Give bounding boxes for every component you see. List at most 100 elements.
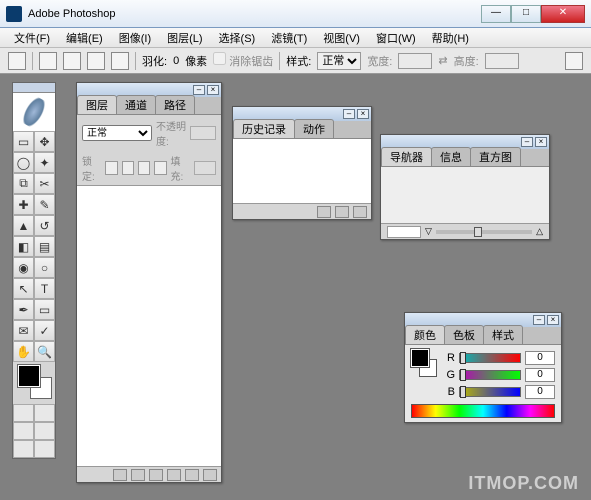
menu-image[interactable]: 图像(I) <box>111 28 159 47</box>
path-tool[interactable]: ↖ <box>13 278 34 299</box>
style-select[interactable]: 正常 <box>317 52 361 70</box>
crop-tool[interactable]: ⧉ <box>13 173 34 194</box>
stamp-tool[interactable]: ▲ <box>13 215 34 236</box>
minimize-button[interactable]: — <box>481 5 511 23</box>
tab-paths[interactable]: 路径 <box>155 95 195 114</box>
blur-tool[interactable]: ◉ <box>13 257 34 278</box>
fg-swatch[interactable] <box>18 365 40 387</box>
tab-styles[interactable]: 样式 <box>483 325 523 344</box>
notes-tool[interactable]: ✉ <box>13 320 34 341</box>
lock-paint-icon[interactable] <box>122 161 134 175</box>
mask-icon[interactable] <box>131 469 145 481</box>
palette-well-icon[interactable] <box>565 52 583 70</box>
screenmode-c-icon[interactable] <box>13 440 34 458</box>
eraser-tool[interactable]: ◧ <box>13 236 34 257</box>
r-slider[interactable] <box>459 353 521 363</box>
folder-icon[interactable] <box>149 469 163 481</box>
screenmode-a-icon[interactable] <box>13 422 34 440</box>
close-panel-icon[interactable]: × <box>357 109 369 119</box>
tab-channels[interactable]: 通道 <box>116 95 156 114</box>
menu-window[interactable]: 窗口(W) <box>368 28 424 47</box>
minimize-icon[interactable]: – <box>521 137 533 147</box>
selmode-new-icon[interactable] <box>39 52 57 70</box>
r-value[interactable]: 0 <box>525 351 555 365</box>
new-state-icon[interactable] <box>335 206 349 218</box>
menu-layer[interactable]: 图层(L) <box>159 28 210 47</box>
gradient-tool[interactable]: ▤ <box>34 236 55 257</box>
hand-tool[interactable]: ✋ <box>13 341 34 362</box>
snap-icon[interactable] <box>317 206 331 218</box>
maximize-button[interactable]: □ <box>511 5 541 23</box>
close-button[interactable]: ✕ <box>541 5 585 23</box>
shape-tool[interactable]: ▭ <box>34 299 55 320</box>
lock-trans-icon[interactable] <box>105 161 117 175</box>
layers-panel[interactable]: –× 图层 通道 路径 正常 不透明度: 锁定: 填充: <box>76 82 222 483</box>
zoom-input[interactable] <box>387 226 421 238</box>
menu-select[interactable]: 选择(S) <box>211 28 264 47</box>
close-panel-icon[interactable]: × <box>207 85 219 95</box>
zoom-tool[interactable]: 🔍 <box>34 341 55 362</box>
eyedropper-tool[interactable]: ✓ <box>34 320 55 341</box>
history-panel[interactable]: –× 历史记录 动作 <box>232 106 372 220</box>
close-panel-icon[interactable]: × <box>535 137 547 147</box>
selmode-int-icon[interactable] <box>111 52 129 70</box>
zoom-out-icon[interactable]: ▽ <box>425 226 432 237</box>
new-layer-icon[interactable] <box>185 469 199 481</box>
feather-value[interactable]: 0 <box>173 55 179 67</box>
type-tool[interactable]: T <box>34 278 55 299</box>
layers-list[interactable] <box>77 186 221 466</box>
minimize-icon[interactable]: – <box>533 315 545 325</box>
adjust-icon[interactable] <box>167 469 181 481</box>
g-slider[interactable] <box>459 370 521 380</box>
heal-tool[interactable]: ✚ <box>13 194 34 215</box>
history-brush-tool[interactable]: ↺ <box>34 215 55 236</box>
menu-edit[interactable]: 编辑(E) <box>58 28 111 47</box>
wand-tool[interactable]: ✦ <box>34 152 55 173</box>
move-tool[interactable]: ✥ <box>34 131 55 152</box>
jump-icon[interactable] <box>34 440 55 458</box>
screenmode-b-icon[interactable] <box>34 422 55 440</box>
tab-swatches[interactable]: 色板 <box>444 325 484 344</box>
zoom-in-icon[interactable]: △ <box>536 226 543 237</box>
menu-view[interactable]: 视图(V) <box>315 28 368 47</box>
quickmask-icon[interactable] <box>34 404 55 422</box>
marquee-tool[interactable]: ▭ <box>13 131 34 152</box>
tools-panel[interactable]: ▭ ✥ ◯ ✦ ⧉ ✂ ✚ ✎ ▲ ↺ ◧ ▤ ◉ ○ ↖ T ✒ ▭ ✉ ✓ … <box>12 82 56 459</box>
fg-color-swatch[interactable] <box>411 349 429 367</box>
minimize-icon[interactable]: – <box>193 85 205 95</box>
marquee-icon[interactable] <box>8 52 26 70</box>
color-swatches[interactable] <box>13 362 55 404</box>
lock-move-icon[interactable] <box>138 161 150 175</box>
color-panel[interactable]: –× 颜色 色板 样式 R0 G0 B0 <box>404 312 562 423</box>
color-swatch-pair[interactable] <box>411 349 439 381</box>
menu-file[interactable]: 文件(F) <box>6 28 58 47</box>
g-value[interactable]: 0 <box>525 368 555 382</box>
b-value[interactable]: 0 <box>525 385 555 399</box>
tab-actions[interactable]: 动作 <box>294 119 334 138</box>
tab-history[interactable]: 历史记录 <box>233 119 295 138</box>
tab-navigator[interactable]: 导航器 <box>381 147 432 166</box>
close-panel-icon[interactable]: × <box>547 315 559 325</box>
minimize-icon[interactable]: – <box>343 109 355 119</box>
screenmode-std-icon[interactable] <box>13 404 34 422</box>
tools-grip[interactable] <box>13 83 55 93</box>
pen-tool[interactable]: ✒ <box>13 299 34 320</box>
slice-tool[interactable]: ✂ <box>34 173 55 194</box>
trash-icon[interactable] <box>353 206 367 218</box>
tab-histogram[interactable]: 直方图 <box>470 147 521 166</box>
trash-icon[interactable] <box>203 469 217 481</box>
menu-help[interactable]: 帮助(H) <box>424 28 477 47</box>
tab-info[interactable]: 信息 <box>431 147 471 166</box>
lasso-tool[interactable]: ◯ <box>13 152 34 173</box>
navigator-panel[interactable]: –× 导航器 信息 直方图 ▽ △ <box>380 134 550 240</box>
tab-color[interactable]: 颜色 <box>405 325 445 344</box>
zoom-slider[interactable] <box>436 230 532 234</box>
brush-tool[interactable]: ✎ <box>34 194 55 215</box>
dodge-tool[interactable]: ○ <box>34 257 55 278</box>
selmode-sub-icon[interactable] <box>87 52 105 70</box>
selmode-add-icon[interactable] <box>63 52 81 70</box>
blend-mode-select[interactable]: 正常 <box>82 125 152 141</box>
lock-all-icon[interactable] <box>154 161 166 175</box>
menu-filter[interactable]: 滤镜(T) <box>263 28 315 47</box>
tab-layers[interactable]: 图层 <box>77 95 117 114</box>
